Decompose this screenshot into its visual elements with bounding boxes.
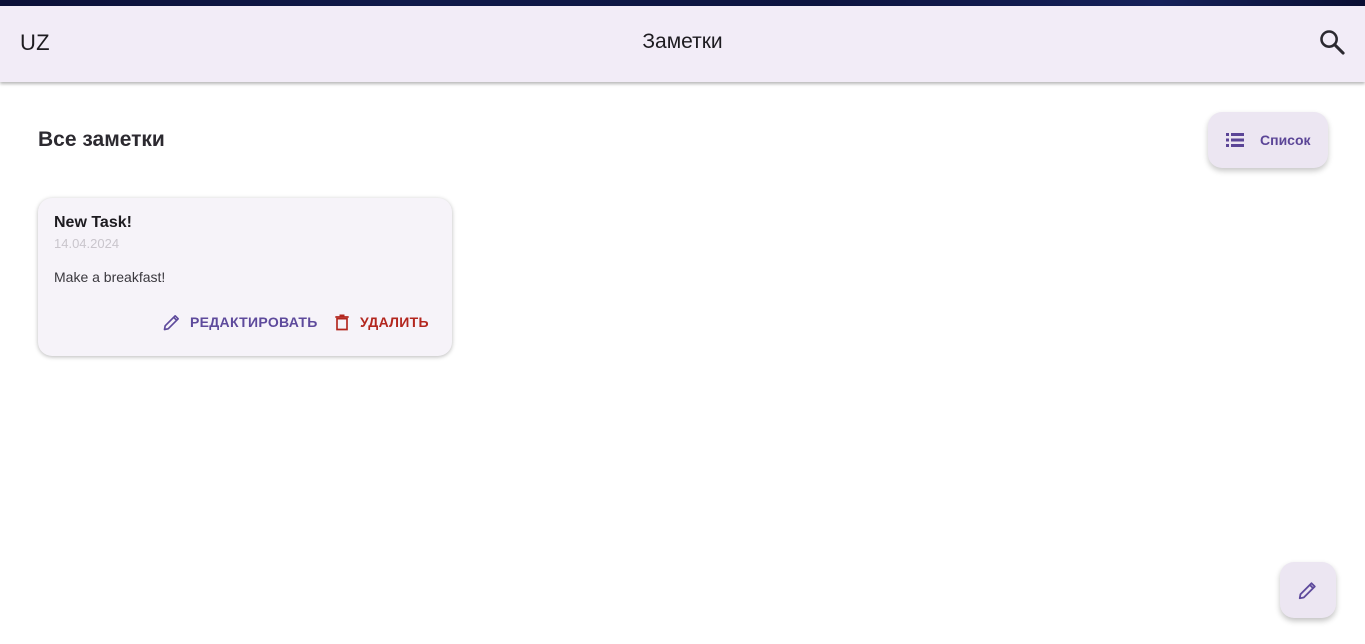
trash-icon (335, 314, 349, 331)
pencil-icon (163, 315, 179, 331)
delete-button-label: УДАЛИТЬ (360, 314, 429, 330)
note-card[interactable]: New Task! 14.04.2024 Make a breakfast! Р… (38, 198, 452, 356)
note-text: Make a breakfast! (54, 269, 166, 285)
list-icon (1226, 133, 1244, 147)
search-icon (1320, 30, 1345, 55)
edit-button[interactable]: РЕДАКТИРОВАТЬ (162, 310, 318, 334)
note-title: New Task! (54, 214, 132, 231)
pencil-icon (1298, 582, 1316, 600)
edit-button-label: РЕДАКТИРОВАТЬ (190, 314, 318, 330)
note-date: 14.04.2024 (54, 236, 120, 251)
page-title: Заметки (642, 30, 723, 53)
search-button[interactable] (1314, 24, 1350, 60)
section-title: Все заметки (38, 128, 165, 151)
view-toggle-button[interactable]: Список (1208, 112, 1328, 168)
view-toggle-label: Список (1260, 132, 1311, 148)
delete-button[interactable]: УДАЛИТЬ (332, 310, 429, 334)
new-note-fab[interactable] (1280, 562, 1336, 618)
app-bar: UZ Заметки (0, 6, 1365, 82)
